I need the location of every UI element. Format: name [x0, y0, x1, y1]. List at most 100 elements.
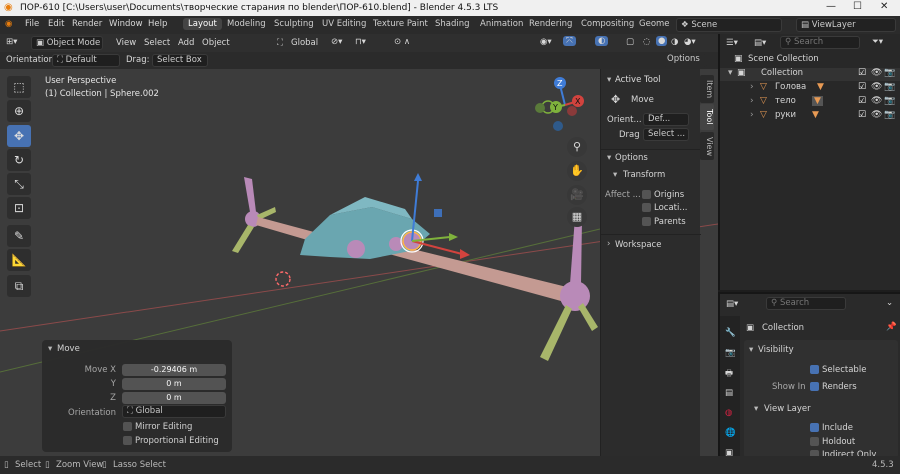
collection-exclude-checkbox[interactable]: ☑ — [858, 68, 866, 78]
properties-search-input[interactable]: Search — [780, 298, 809, 308]
tool-add-cube[interactable]: ⧉ — [7, 275, 31, 297]
object-visibility-icon[interactable]: 👁 — [871, 96, 882, 106]
holdout-checkbox[interactable] — [810, 437, 819, 446]
outliner-display-mode-icon[interactable]: ▤▾ — [754, 38, 766, 48]
object-checkbox-icon[interactable]: ☑ — [858, 96, 866, 106]
outliner-object-golova[interactable]: Голова — [775, 82, 806, 92]
options-header[interactable]: Options — [615, 153, 648, 163]
scene-collection-label[interactable]: Scene Collection — [748, 54, 819, 64]
tab-uv-editing[interactable]: UV Editing — [322, 19, 366, 29]
editor-type-icon[interactable]: ⊞▾ — [6, 37, 17, 47]
tab-texture-paint[interactable]: Texture Paint — [373, 19, 428, 29]
object-menu[interactable]: Object — [202, 38, 230, 48]
proportional-edit-icon[interactable]: ⊙ ∧ — [394, 37, 410, 47]
move-x-field[interactable]: -0.29406 m — [122, 364, 226, 376]
zoom-icon[interactable]: ⚲ — [567, 137, 587, 157]
drag-selector[interactable]: Select Box — [157, 55, 202, 65]
tool-annotate[interactable]: ✎ — [7, 225, 31, 247]
tab-shading[interactable]: Shading — [435, 19, 470, 29]
snap-icon[interactable]: ⊓▾ — [355, 37, 366, 47]
selectable-checkbox[interactable] — [810, 365, 819, 374]
operator-title[interactable]: Move — [57, 344, 80, 354]
grid-projection-icon[interactable]: ▦ — [567, 207, 587, 227]
affect-parents-checkbox[interactable] — [642, 217, 651, 226]
tab-compositing[interactable]: Compositing — [581, 19, 634, 29]
pin-icon[interactable]: 📌 — [886, 322, 897, 332]
orientation-selector[interactable]: Default — [66, 55, 97, 65]
pan-hand-icon[interactable]: ✋ — [567, 161, 587, 181]
close-button[interactable]: ✕ — [880, 1, 888, 12]
object-render-icon[interactable]: 📷 — [884, 110, 895, 120]
orient-selector[interactable]: Def... — [648, 114, 670, 124]
move-y-field[interactable]: 0 m — [122, 378, 226, 390]
transform-header[interactable]: Transform — [623, 170, 665, 180]
add-menu[interactable]: Add — [178, 38, 194, 48]
object-expand-icon[interactable]: › — [750, 82, 754, 92]
pivot-point-icon[interactable]: ⊘▾ — [331, 37, 342, 47]
operator-chevron-icon[interactable]: ▾ — [48, 344, 52, 354]
object-visibility-icon[interactable]: 👁 — [871, 110, 882, 120]
visibility-icon[interactable]: ◉▾ — [540, 37, 552, 47]
outliner-editor-type-icon[interactable]: ☰▾ — [726, 38, 738, 48]
visibility-chevron-icon[interactable]: ▾ — [749, 345, 753, 355]
view-layer-chevron-icon[interactable]: ▾ — [754, 404, 758, 414]
blender-menu-icon[interactable]: ◉ — [5, 19, 12, 29]
view-menu[interactable]: View — [116, 38, 136, 48]
tool-scale[interactable]: ⤡ — [7, 173, 31, 195]
object-expand-icon[interactable]: › — [750, 110, 754, 120]
tool-rotate[interactable]: ↻ — [7, 149, 31, 171]
shading-solid-icon[interactable]: ● — [656, 36, 668, 46]
affect-locations-checkbox[interactable] — [642, 203, 651, 212]
properties-options-chevron-icon[interactable]: ⌄ — [886, 298, 893, 308]
properties-editor-type-icon[interactable]: ▤▾ — [726, 299, 738, 309]
gizmo-toggle-icon[interactable]: ⤧ — [563, 36, 576, 46]
tool-props-icon[interactable]: 🔧 — [725, 328, 736, 338]
shading-wireframe-icon[interactable]: ◌ — [643, 37, 650, 47]
tool-cursor[interactable]: ⊕ — [7, 100, 31, 122]
transform-orientation-selector[interactable]: Global — [291, 38, 318, 48]
shading-rendered-icon[interactable]: ◕▾ — [684, 37, 696, 47]
proportional-editing-checkbox[interactable] — [123, 436, 132, 445]
world-props-icon[interactable]: 🌐 — [725, 428, 736, 438]
object-render-icon[interactable]: 📷 — [884, 82, 895, 92]
object-visibility-icon[interactable]: 👁 — [871, 82, 882, 92]
visibility-header[interactable]: Visibility — [758, 345, 794, 355]
xray-icon[interactable]: ▢ — [626, 37, 634, 47]
view-layer-header[interactable]: View Layer — [764, 404, 811, 414]
renders-checkbox[interactable] — [810, 382, 819, 391]
tab-animation[interactable]: Animation — [480, 19, 523, 29]
mirror-editing-checkbox[interactable] — [123, 422, 132, 431]
tab-sculpting[interactable]: Sculpting — [274, 19, 314, 29]
collection-label[interactable]: Collection — [761, 68, 803, 78]
collection-chevron-icon[interactable]: ▾ — [728, 68, 733, 78]
tab-layout[interactable]: Layout — [183, 18, 222, 30]
tool-measure[interactable]: 📐 — [7, 249, 31, 271]
move-z-field[interactable]: 0 m — [122, 392, 226, 404]
workspace-chevron-icon[interactable]: › — [607, 239, 610, 249]
orientation-op-selector[interactable]: Global — [136, 406, 163, 416]
tab-rendering[interactable]: Rendering — [529, 19, 572, 29]
shading-material-icon[interactable]: ◑ — [671, 37, 678, 47]
collection-visibility-icon[interactable]: 👁 — [871, 68, 882, 78]
options-dropdown[interactable]: Options — [667, 54, 700, 64]
view-layer-selector[interactable]: ViewLayer — [812, 20, 856, 30]
drag-selector-panel[interactable]: Select ... — [648, 129, 685, 139]
output-props-icon[interactable]: 🖶 — [725, 368, 733, 382]
menu-help[interactable]: Help — [148, 19, 167, 29]
mode-selector[interactable]: Object Mode — [47, 38, 101, 48]
tool-transform[interactable]: ⊡ — [7, 197, 31, 219]
view-layer-props-icon[interactable]: ▤ — [725, 388, 733, 398]
camera-icon[interactable]: 🎥 — [567, 185, 587, 205]
tab-item[interactable]: Item — [700, 75, 714, 103]
scene-props-icon[interactable]: ◍ — [725, 408, 732, 418]
render-props-icon[interactable]: 📷 — [725, 348, 736, 358]
tab-modeling[interactable]: Modeling — [227, 19, 266, 29]
minimize-button[interactable]: — — [826, 1, 836, 12]
menu-edit[interactable]: Edit — [48, 19, 64, 29]
menu-window[interactable]: Window — [109, 19, 143, 29]
object-checkbox-icon[interactable]: ☑ — [858, 110, 866, 120]
tab-tool[interactable]: Tool — [700, 104, 714, 130]
include-checkbox[interactable] — [810, 423, 819, 432]
menu-render[interactable]: Render — [72, 19, 102, 29]
select-menu[interactable]: Select — [144, 38, 170, 48]
